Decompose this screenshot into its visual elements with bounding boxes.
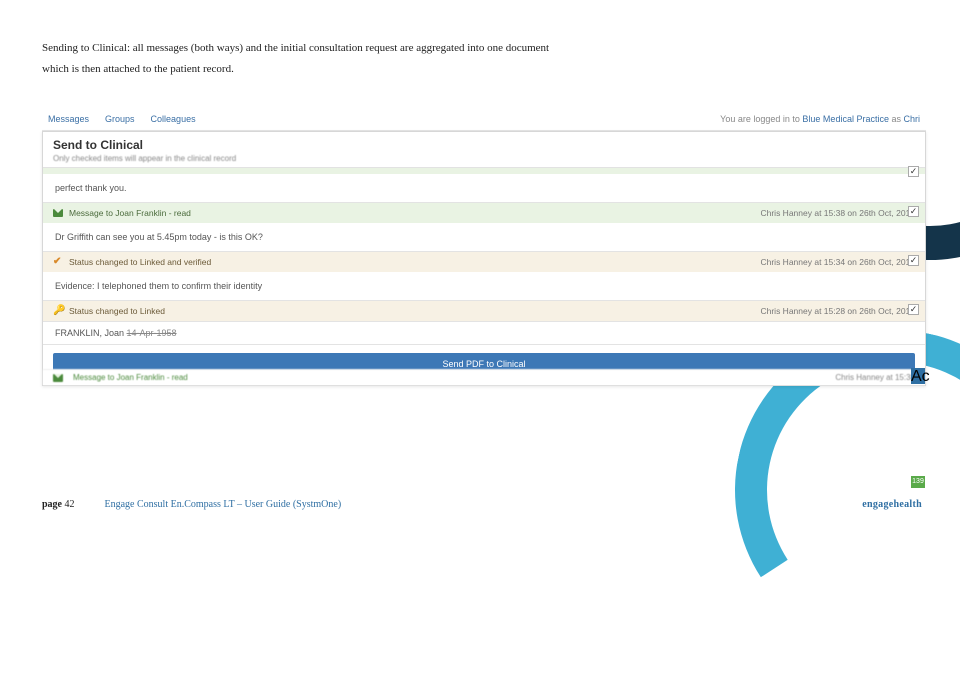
status-bar-4: 🔑 Status changed to Linked Chris Hanney … bbox=[43, 301, 925, 321]
message-bar-2: Message to Joan Franklin - read Chris Ha… bbox=[43, 203, 925, 223]
status-body-3: Evidence: I telephoned them to confirm t… bbox=[43, 272, 925, 300]
send-to-clinical-dialog: Send to Clinical Only checked items will… bbox=[42, 131, 926, 386]
patient-dob: 14-Apr-1958 bbox=[127, 328, 177, 338]
trailing-msg: Message to Joan Franklin - read bbox=[53, 373, 188, 382]
status-bar-3-meta: Chris Hanney at 15:34 on 26th Oct, 2018 bbox=[760, 257, 915, 267]
include-checkbox-3[interactable]: ✓ bbox=[908, 255, 919, 266]
nav-messages[interactable]: Messages bbox=[48, 114, 89, 124]
intro-paragraph: Sending to Clinical: all messages (both … bbox=[42, 38, 862, 80]
accent-blue: Ac bbox=[911, 368, 925, 384]
login-prefix: You are logged in to bbox=[720, 114, 802, 124]
trailing-meta: Chris Hanney at 15:38 bbox=[835, 373, 915, 382]
include-checkbox-2[interactable]: ✓ bbox=[908, 206, 919, 217]
message-bar-2-meta: Chris Hanney at 15:38 on 26th Oct, 2018 bbox=[760, 208, 915, 218]
user-link[interactable]: Chri bbox=[903, 114, 920, 124]
status-bar-3: ✔ Status changed to Linked and verified … bbox=[43, 252, 925, 272]
nav-colleagues[interactable]: Colleagues bbox=[151, 114, 196, 124]
page-number: page 42 bbox=[42, 499, 75, 510]
trailing-row: Message to Joan Franklin - read Chris Ha… bbox=[43, 369, 925, 385]
login-status: You are logged in to Blue Medical Practi… bbox=[720, 114, 920, 124]
patient-name: FRANKLIN, Joan bbox=[55, 328, 127, 338]
status-bar-3-label: Status changed to Linked and verified bbox=[69, 257, 211, 267]
dialog-title: Send to Clinical bbox=[53, 138, 915, 152]
guide-title: Engage Consult En.Compass LT – User Guid… bbox=[105, 499, 342, 510]
trailing-msg-text: Message to Joan Franklin - read bbox=[73, 373, 188, 382]
message-body-1: perfect thank you. bbox=[43, 174, 925, 202]
dialog-header: Send to Clinical Only checked items will… bbox=[43, 132, 925, 168]
login-as: as bbox=[889, 114, 904, 124]
mail-icon bbox=[53, 374, 63, 382]
status-bar-4-meta: Chris Hanney at 15:28 on 26th Oct, 2018 bbox=[760, 306, 915, 316]
page-footer: page 42 Engage Consult En.Compass LT – U… bbox=[42, 499, 922, 510]
page-word: page bbox=[42, 499, 65, 510]
intro-line-2: which is then attached to the patient re… bbox=[42, 59, 862, 80]
include-checkbox-4[interactable]: ✓ bbox=[908, 304, 919, 315]
app-top-nav: Messages Groups Colleagues You are logge… bbox=[42, 110, 926, 131]
status-bar-4-label: Status changed to Linked bbox=[69, 306, 165, 316]
dialog-subtitle: Only checked items will appear in the cl… bbox=[53, 154, 915, 163]
key-icon: 🔑 bbox=[53, 307, 63, 315]
intro-line-1: Sending to Clinical: all messages (both … bbox=[42, 38, 862, 59]
embedded-screenshot: Messages Groups Colleagues You are logge… bbox=[42, 110, 926, 440]
accent-green: 139 bbox=[911, 476, 925, 488]
check-icon: ✔ bbox=[53, 258, 63, 266]
practice-link[interactable]: Blue Medical Practice bbox=[802, 114, 889, 124]
nav-groups[interactable]: Groups bbox=[105, 114, 135, 124]
patient-row: FRANKLIN, Joan 14-Apr-1958 bbox=[43, 321, 925, 344]
page-num: 42 bbox=[65, 499, 75, 510]
message-body-2: Dr Griffith can see you at 5.45pm today … bbox=[43, 223, 925, 251]
brand-name: engagehealth bbox=[862, 499, 922, 510]
mail-icon bbox=[53, 209, 63, 217]
message-bar-2-label: Message to Joan Franklin - read bbox=[69, 208, 191, 218]
